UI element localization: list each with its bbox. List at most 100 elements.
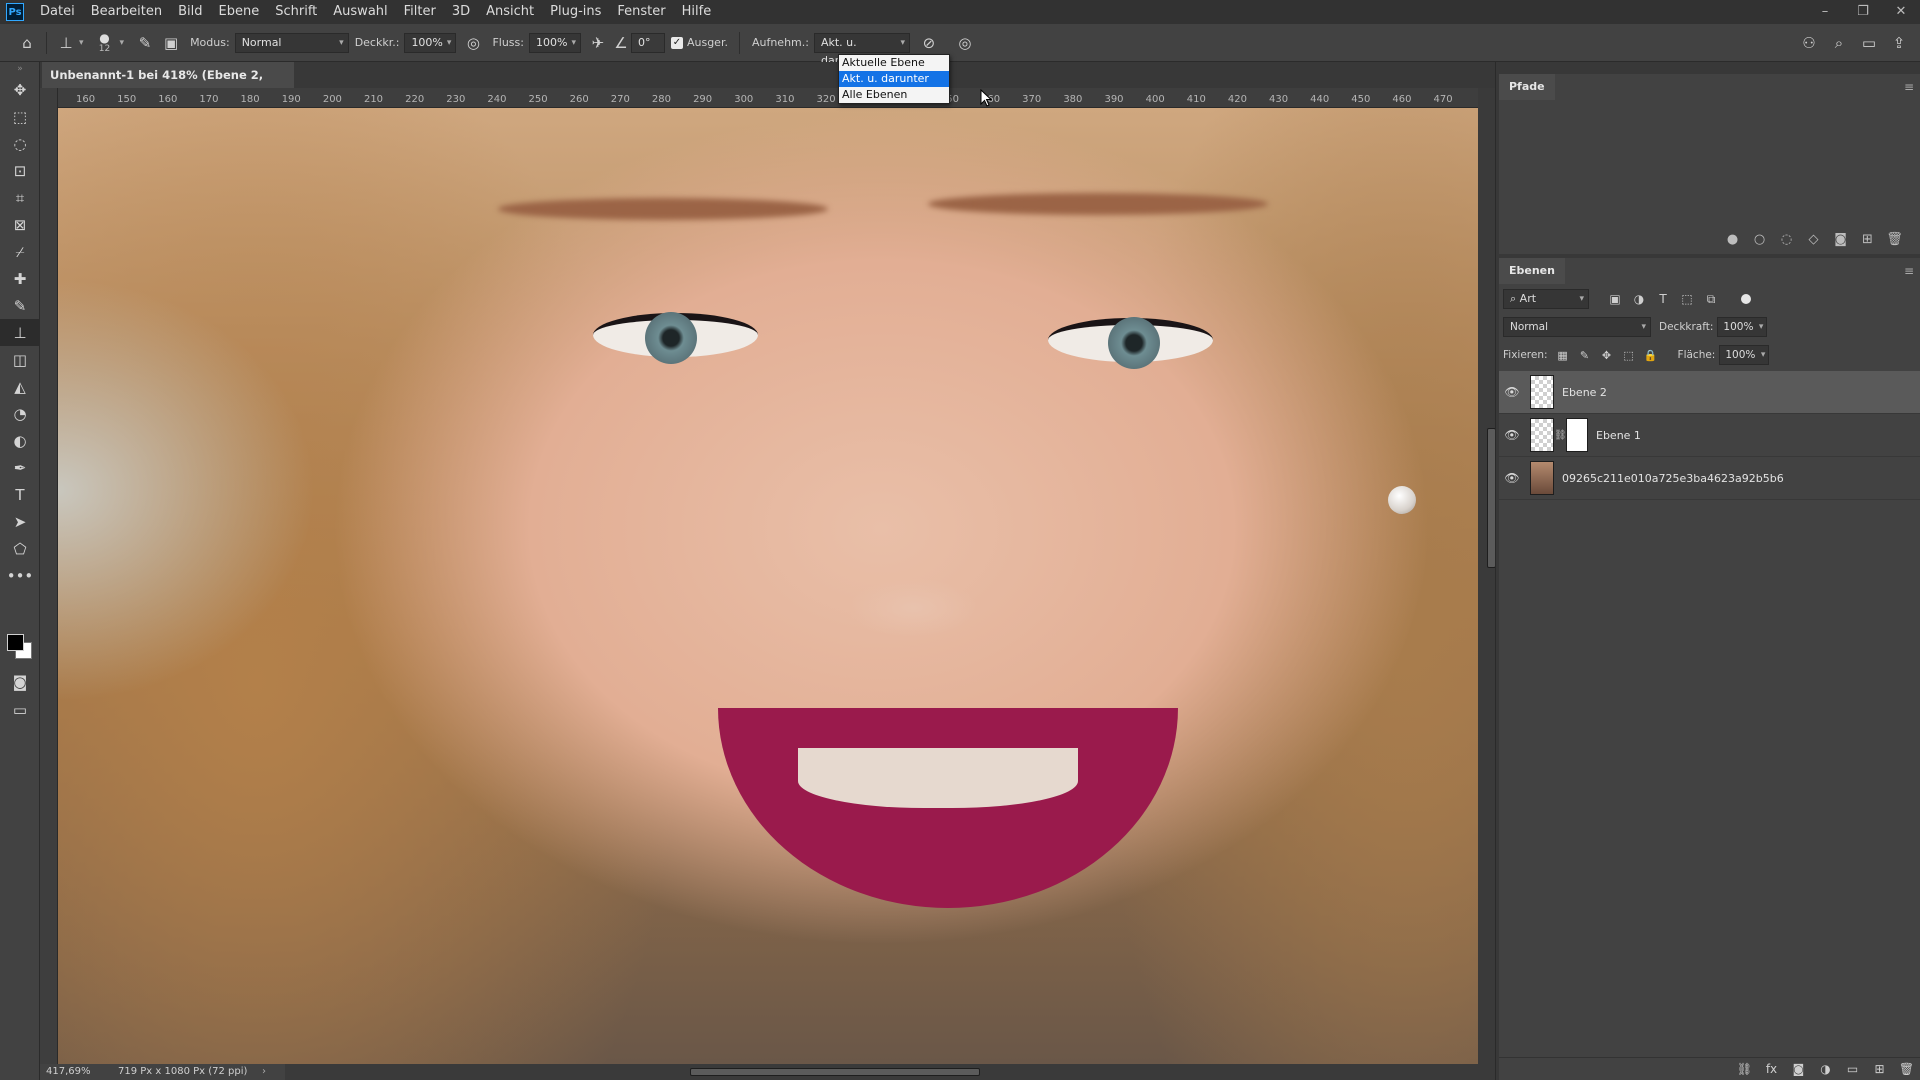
menu-auswahl[interactable]: Auswahl bbox=[325, 0, 395, 24]
blur-tool-icon[interactable]: ◔ bbox=[0, 400, 40, 427]
panel-menu-icon[interactable]: ≡ bbox=[1904, 80, 1914, 94]
new-path-icon[interactable]: ⊞ bbox=[1854, 232, 1881, 247]
menu-ansicht[interactable]: Ansicht bbox=[478, 0, 542, 24]
eyedropper-tool-icon[interactable]: ⌿ bbox=[0, 238, 40, 265]
deckkr-select[interactable]: 100% ▾ bbox=[404, 32, 457, 53]
menu-plugins[interactable]: Plug-ins bbox=[542, 0, 609, 24]
eraser-tool-icon[interactable]: ◫ bbox=[0, 346, 40, 373]
layer-kind-filter[interactable]: ⌕ Art ▾ bbox=[1503, 289, 1589, 309]
quick-mask-icon[interactable]: ◙ bbox=[0, 668, 40, 695]
aufnehm-select[interactable]: Akt. u. darunter ▾ bbox=[813, 32, 910, 67]
dropdown-option-alle-ebenen[interactable]: Alle Ebenen bbox=[839, 87, 949, 103]
minimize-button[interactable]: – bbox=[1806, 0, 1844, 24]
adjustment-layer-icon[interactable]: ◑ bbox=[1812, 1062, 1839, 1076]
marquee-tool-icon[interactable]: ⬚ bbox=[0, 103, 40, 130]
layer-thumbnail[interactable] bbox=[1530, 375, 1554, 409]
horizontal-scroll-thumb[interactable] bbox=[690, 1068, 980, 1076]
panel-menu-icon[interactable]: ≡ bbox=[1904, 264, 1914, 278]
lock-position-icon[interactable]: ✥ bbox=[1596, 349, 1618, 362]
share-icon[interactable]: ⇪ bbox=[1884, 34, 1914, 52]
new-group-icon[interactable]: ▭ bbox=[1839, 1062, 1866, 1076]
visibility-eye-icon[interactable]: 👁 bbox=[1499, 471, 1525, 485]
restore-button[interactable]: ❐ bbox=[1844, 0, 1882, 24]
layer-row-ebene-2[interactable]: 👁 Ebene 2 bbox=[1499, 371, 1920, 414]
status-menu-arrow[interactable]: › bbox=[262, 1064, 266, 1080]
more-tools-icon[interactable]: ••• bbox=[0, 562, 40, 589]
menu-fenster[interactable]: Fenster bbox=[609, 0, 673, 24]
close-window-button[interactable]: ✕ bbox=[1882, 0, 1920, 24]
adjustment-filter-icon[interactable]: ◑ bbox=[1627, 292, 1651, 307]
lock-artboard-icon[interactable]: ⬚ bbox=[1618, 349, 1640, 362]
link-chain-icon[interactable]: ⛓ bbox=[1554, 430, 1567, 441]
healing-brush-tool-icon[interactable]: ✚ bbox=[0, 265, 40, 292]
visibility-eye-icon[interactable]: 👁 bbox=[1499, 385, 1525, 399]
menu-hilfe[interactable]: Hilfe bbox=[674, 0, 720, 24]
blend-mode-select[interactable]: Normal ▾ bbox=[1503, 317, 1651, 337]
brush-tool-icon[interactable]: ✎ bbox=[0, 292, 40, 319]
menu-ebene[interactable]: Ebene bbox=[211, 0, 268, 24]
vertical-scrollbar[interactable] bbox=[1478, 88, 1496, 1064]
menu-3d[interactable]: 3D bbox=[444, 0, 478, 24]
menu-datei[interactable]: Datei bbox=[32, 0, 83, 24]
airbrush-icon[interactable]: ✈ bbox=[585, 34, 611, 52]
brush-preset-picker[interactable]: ● 12 bbox=[90, 32, 120, 54]
link-layers-icon[interactable]: ⛓ bbox=[1731, 1062, 1758, 1076]
lock-image-icon[interactable]: ✎ bbox=[1574, 349, 1596, 362]
home-icon[interactable]: ⌂ bbox=[14, 34, 40, 52]
ausger-checkbox[interactable]: ✓ bbox=[670, 36, 683, 49]
layer-name[interactable]: Ebene 2 bbox=[1562, 386, 1607, 399]
object-selection-tool-icon[interactable]: ⊡ bbox=[0, 157, 40, 184]
lock-all-icon[interactable]: 🔒 bbox=[1640, 349, 1662, 362]
type-tool-icon[interactable]: T bbox=[0, 481, 40, 508]
visibility-eye-icon[interactable]: 👁 bbox=[1499, 428, 1525, 442]
shape-tool-icon[interactable]: ⬠ bbox=[0, 535, 40, 562]
paint-bucket-tool-icon[interactable]: ◭ bbox=[0, 373, 40, 400]
chevron-down-icon[interactable]: ▾ bbox=[120, 38, 125, 48]
menu-bearbeiten[interactable]: Bearbeiten bbox=[83, 0, 170, 24]
pen-tool-icon[interactable]: ✒ bbox=[0, 454, 40, 481]
dropdown-option-akt-u-darunter[interactable]: Akt. u. darunter bbox=[839, 71, 949, 87]
tab-pfade[interactable]: Pfade bbox=[1499, 74, 1555, 100]
menu-bild[interactable]: Bild bbox=[170, 0, 210, 24]
add-mask-icon[interactable]: ◙ bbox=[1785, 1062, 1812, 1076]
clone-source-icon[interactable]: ▣ bbox=[158, 34, 184, 52]
filter-toggle[interactable] bbox=[1741, 294, 1751, 304]
layer-thumbnail[interactable] bbox=[1530, 418, 1554, 452]
new-layer-icon[interactable]: ⊞ bbox=[1866, 1062, 1893, 1076]
zoom-level[interactable]: 417,69% bbox=[46, 1064, 91, 1080]
layer-thumbnail[interactable] bbox=[1530, 461, 1554, 495]
load-selection-icon[interactable]: ◌ bbox=[1773, 232, 1800, 247]
pressure-opacity-icon[interactable]: ◎ bbox=[460, 34, 486, 52]
menu-filter[interactable]: Filter bbox=[396, 0, 444, 24]
clone-stamp-tool-icon[interactable]: ⊥ bbox=[0, 319, 40, 346]
frame-tool-icon[interactable]: ⊠ bbox=[0, 211, 40, 238]
delete-layer-icon[interactable]: 🗑 bbox=[1893, 1062, 1920, 1076]
layer-name[interactable]: 09265c211e010a725e3ba4623a92b5b6 bbox=[1562, 472, 1784, 485]
stroke-path-icon[interactable]: ○ bbox=[1746, 232, 1773, 247]
lasso-tool-icon[interactable]: ◌ bbox=[0, 130, 40, 157]
workspace-icon[interactable]: ▭ bbox=[1854, 34, 1884, 52]
horizontal-scrollbar[interactable] bbox=[285, 1064, 1495, 1080]
fill-path-icon[interactable]: ● bbox=[1719, 232, 1746, 247]
layer-row-ebene-1[interactable]: 👁 ⛓ Ebene 1 bbox=[1499, 414, 1920, 457]
smart-object-filter-icon[interactable]: ⧉ bbox=[1699, 292, 1723, 307]
angle-input[interactable]: 0° bbox=[630, 32, 665, 53]
menu-schrift[interactable]: Schrift bbox=[267, 0, 325, 24]
document-tab[interactable]: Unbenannt-1 bei 418% (Ebene 2, RGB/8) * … bbox=[42, 62, 294, 108]
screen-mode-icon[interactable]: ▭ bbox=[0, 696, 40, 723]
collapse-arrows-icon[interactable]: » bbox=[0, 62, 40, 76]
move-tool-icon[interactable]: ✥ bbox=[0, 76, 40, 103]
add-mask-icon[interactable]: ◙ bbox=[1827, 232, 1854, 247]
foreground-color-swatch[interactable] bbox=[7, 634, 24, 651]
chevron-down-icon[interactable]: ▾ bbox=[79, 38, 84, 48]
tab-ebenen[interactable]: Ebenen bbox=[1499, 258, 1565, 284]
opacity-input[interactable]: 100% ▾ bbox=[1717, 317, 1768, 337]
modus-select[interactable]: Normal ▾ bbox=[234, 32, 349, 53]
make-path-icon[interactable]: ◇ bbox=[1800, 232, 1827, 247]
layer-style-icon[interactable]: fx bbox=[1758, 1062, 1785, 1076]
shape-filter-icon[interactable]: ⬚ bbox=[1675, 292, 1699, 307]
delete-path-icon[interactable]: 🗑 bbox=[1881, 232, 1908, 247]
layer-mask-thumbnail[interactable] bbox=[1566, 418, 1588, 452]
pressure-size-icon[interactable]: ◎ bbox=[952, 34, 978, 52]
clone-stamp-preset-icon[interactable]: ⊥ bbox=[53, 34, 79, 52]
